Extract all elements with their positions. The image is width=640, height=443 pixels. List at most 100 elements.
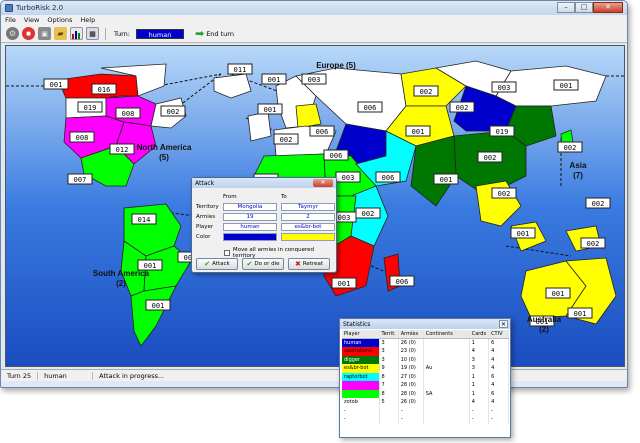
column-header[interactable]: Armies	[398, 330, 424, 339]
title-bar[interactable]: TurboRisk 2.0 – □ ✕	[1, 1, 627, 15]
army-badge[interactable]: 006	[323, 149, 349, 161]
calculator-icon[interactable]: ▦	[86, 27, 99, 40]
open-icon[interactable]: ▰	[54, 27, 67, 40]
gear-icon[interactable]: ⚙	[6, 27, 19, 40]
cards-cell: 3	[469, 355, 490, 364]
menu-help[interactable]: Help	[80, 16, 95, 24]
army-badge[interactable]: 006	[375, 171, 401, 183]
ctiv-cell: 4	[488, 347, 510, 356]
statistics-close-button[interactable]: ✕	[499, 320, 508, 328]
armies-cell: 10 (0)	[398, 355, 424, 364]
retreat-button[interactable]: ✖ Retreat	[288, 258, 330, 270]
menu-view[interactable]: View	[24, 16, 39, 24]
army-badge[interactable]: 001	[405, 125, 431, 137]
svg-text:008: 008	[122, 110, 135, 118]
army-badge[interactable]: 002	[413, 85, 439, 97]
army-badge[interactable]: 011	[227, 63, 253, 75]
army-badge[interactable]: 008	[115, 107, 141, 119]
army-badge[interactable]: 003	[491, 81, 517, 93]
svg-text:001: 001	[268, 76, 281, 84]
army-badge[interactable]: 006	[389, 275, 415, 287]
army-badge[interactable]: 016	[91, 83, 117, 95]
army-badge[interactable]: 006	[309, 125, 335, 137]
army-badge[interactable]: 002	[273, 133, 299, 145]
army-badge[interactable]: 002	[491, 187, 517, 199]
column-header[interactable]: Continents	[423, 330, 470, 339]
army-badge[interactable]: 001	[331, 277, 357, 289]
column-header[interactable]: Territ.	[379, 330, 399, 339]
close-button[interactable]: ✕	[593, 2, 623, 13]
continents-cell	[423, 347, 470, 356]
move-all-armies-checkbox[interactable]	[224, 250, 230, 256]
end-turn-button[interactable]: ➡ End turn	[195, 27, 234, 40]
army-badge[interactable]: 001	[545, 287, 571, 299]
army-badge[interactable]: 003	[335, 171, 361, 183]
army-badge[interactable]: 002	[160, 105, 186, 117]
army-badge[interactable]: 001	[257, 103, 283, 115]
menu-file[interactable]: File	[5, 16, 16, 24]
army-badge[interactable]: 014	[131, 213, 157, 225]
army-badge[interactable]: 001	[567, 307, 593, 319]
continents-cell	[423, 398, 470, 407]
army-badge[interactable]: 002	[580, 237, 606, 249]
army-badge[interactable]: 002	[557, 141, 583, 153]
column-header[interactable]: Cards	[469, 330, 490, 339]
column-header[interactable]: CTIV	[488, 330, 510, 339]
table-row: 7 28 (0) 1 4	[342, 381, 510, 390]
do-or-die-button[interactable]: ✔ Do or die	[242, 258, 284, 270]
army-badge[interactable]: 006	[357, 101, 383, 113]
continents-cell	[423, 355, 470, 364]
retreat-button-label: Retreat	[302, 261, 324, 267]
army-badge[interactable]: 002	[585, 197, 611, 209]
svg-text:006: 006	[364, 104, 377, 112]
attack-dialog-close-button[interactable]: ✕	[313, 179, 333, 187]
ctiv-cell: 4	[488, 364, 510, 373]
to-color-swatch	[281, 233, 335, 241]
maximize-button[interactable]: □	[575, 2, 593, 13]
column-header[interactable]: Player	[342, 330, 380, 339]
svg-text:008: 008	[76, 134, 89, 142]
attack-row-territory: Territory Mongolia Taymyr	[196, 202, 339, 212]
stop-icon[interactable]: ■	[22, 27, 35, 40]
checkmark-icon: ✔	[246, 260, 253, 268]
territory-north-europe[interactable]	[295, 103, 322, 129]
empty-cell: -	[488, 406, 510, 415]
svg-text:001: 001	[560, 82, 573, 90]
army-badge[interactable]: 001	[510, 227, 536, 239]
army-badge[interactable]: 001	[145, 299, 171, 311]
cards-cell: 4	[469, 398, 490, 407]
army-badge[interactable]: 007	[67, 173, 93, 185]
save-icon[interactable]: ▣	[38, 27, 51, 40]
statistics-titlebar[interactable]: Statistics	[340, 319, 510, 329]
army-badge[interactable]: 003	[301, 73, 327, 85]
army-badge[interactable]: 001	[261, 73, 287, 85]
svg-text:003: 003	[342, 174, 355, 182]
army-badge[interactable]: 001	[43, 78, 69, 90]
army-badge[interactable]: 002	[355, 207, 381, 219]
chart-icon[interactable]	[70, 27, 83, 40]
army-badge[interactable]: 019	[77, 101, 103, 113]
army-badge[interactable]: 002	[477, 151, 503, 163]
attack-button[interactable]: ✔ Attack	[196, 258, 238, 270]
statistics-title: Statistics	[343, 320, 371, 328]
territ-cell: 7	[379, 381, 399, 390]
army-badge[interactable]: 012	[109, 143, 135, 155]
army-badge[interactable]: 001	[433, 173, 459, 185]
attack-row-color: Color	[196, 232, 339, 242]
army-badge[interactable]: 001	[553, 79, 579, 91]
territ-cell: 3	[379, 338, 399, 347]
svg-text:001: 001	[50, 81, 63, 89]
army-badge[interactable]: 008	[69, 131, 95, 143]
status-bar: Turn 25 human Attack in progress...	[1, 369, 627, 381]
territory-great-britain[interactable]	[247, 111, 272, 142]
army-badge[interactable]: 019	[489, 125, 515, 137]
window-controls: – □ ✕	[557, 2, 623, 13]
menu-options[interactable]: Options	[47, 16, 72, 24]
svg-text:001: 001	[338, 280, 351, 288]
window-title: TurboRisk 2.0	[16, 4, 64, 12]
army-badge[interactable]: 002	[449, 101, 475, 113]
minimize-button[interactable]: –	[557, 2, 575, 13]
row-label: Territory	[196, 204, 219, 210]
svg-text:003: 003	[498, 84, 511, 92]
svg-text:001: 001	[152, 302, 165, 310]
